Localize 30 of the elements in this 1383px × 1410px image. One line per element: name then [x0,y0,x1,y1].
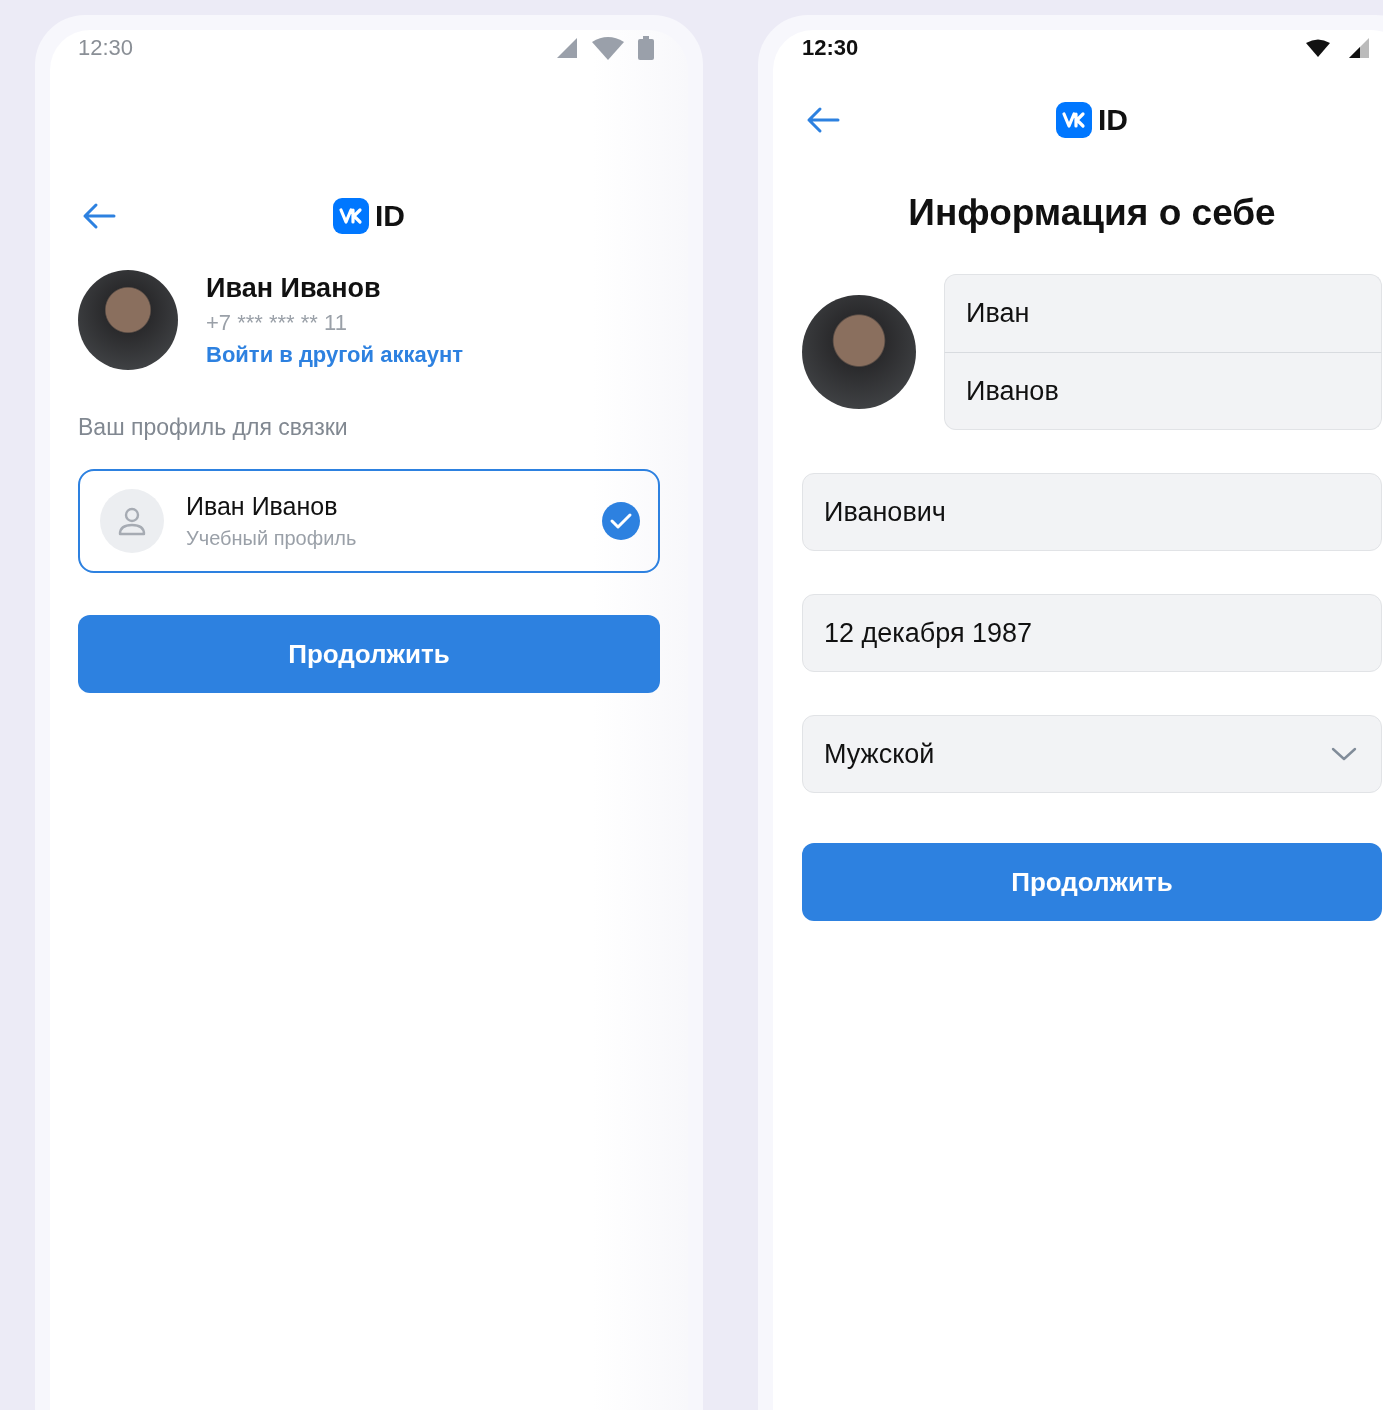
logo-text: ID [1098,103,1128,137]
back-arrow-icon[interactable] [806,106,840,134]
chevron-down-icon [1331,746,1357,762]
input-field[interactable]: 12 декабря 1987 [802,594,1382,672]
continue-button[interactable]: Продолжить [802,843,1382,921]
input-field[interactable]: Иванов [944,352,1382,430]
continue-button[interactable]: Продолжить [78,615,660,693]
battery-icon [638,36,654,60]
input-field[interactable]: Иванович [802,473,1382,551]
signal-icon [1348,38,1370,58]
logo-text: ID [375,199,405,233]
status-time: 12:30 [78,35,134,61]
section-label: Ваш профиль для связки [78,414,349,441]
user-phone: +7 *** *** ** 11 [206,309,348,336]
logo-icon [1056,102,1092,138]
check-icon [602,502,640,540]
select-field[interactable]: Мужской [802,715,1382,793]
profile-subtitle: Учебный профиль [186,527,358,550]
user-name: Иван Иванов [206,272,382,304]
wifi-icon [1306,39,1330,57]
input-field[interactable]: Иван [944,274,1382,352]
switch-account-link[interactable]: Войти в другой аккаунт [206,341,463,368]
back-arrow-icon[interactable] [82,202,116,230]
page-title: Информация о себе [907,192,1277,234]
status-time: 12:30 [802,35,859,61]
logo-icon [333,198,369,234]
profile-name: Иван Иванов [186,492,339,521]
wifi-icon [592,36,624,60]
profile-card[interactable]: Иван Иванов Учебный профиль [78,469,660,573]
signal-icon [556,37,578,59]
